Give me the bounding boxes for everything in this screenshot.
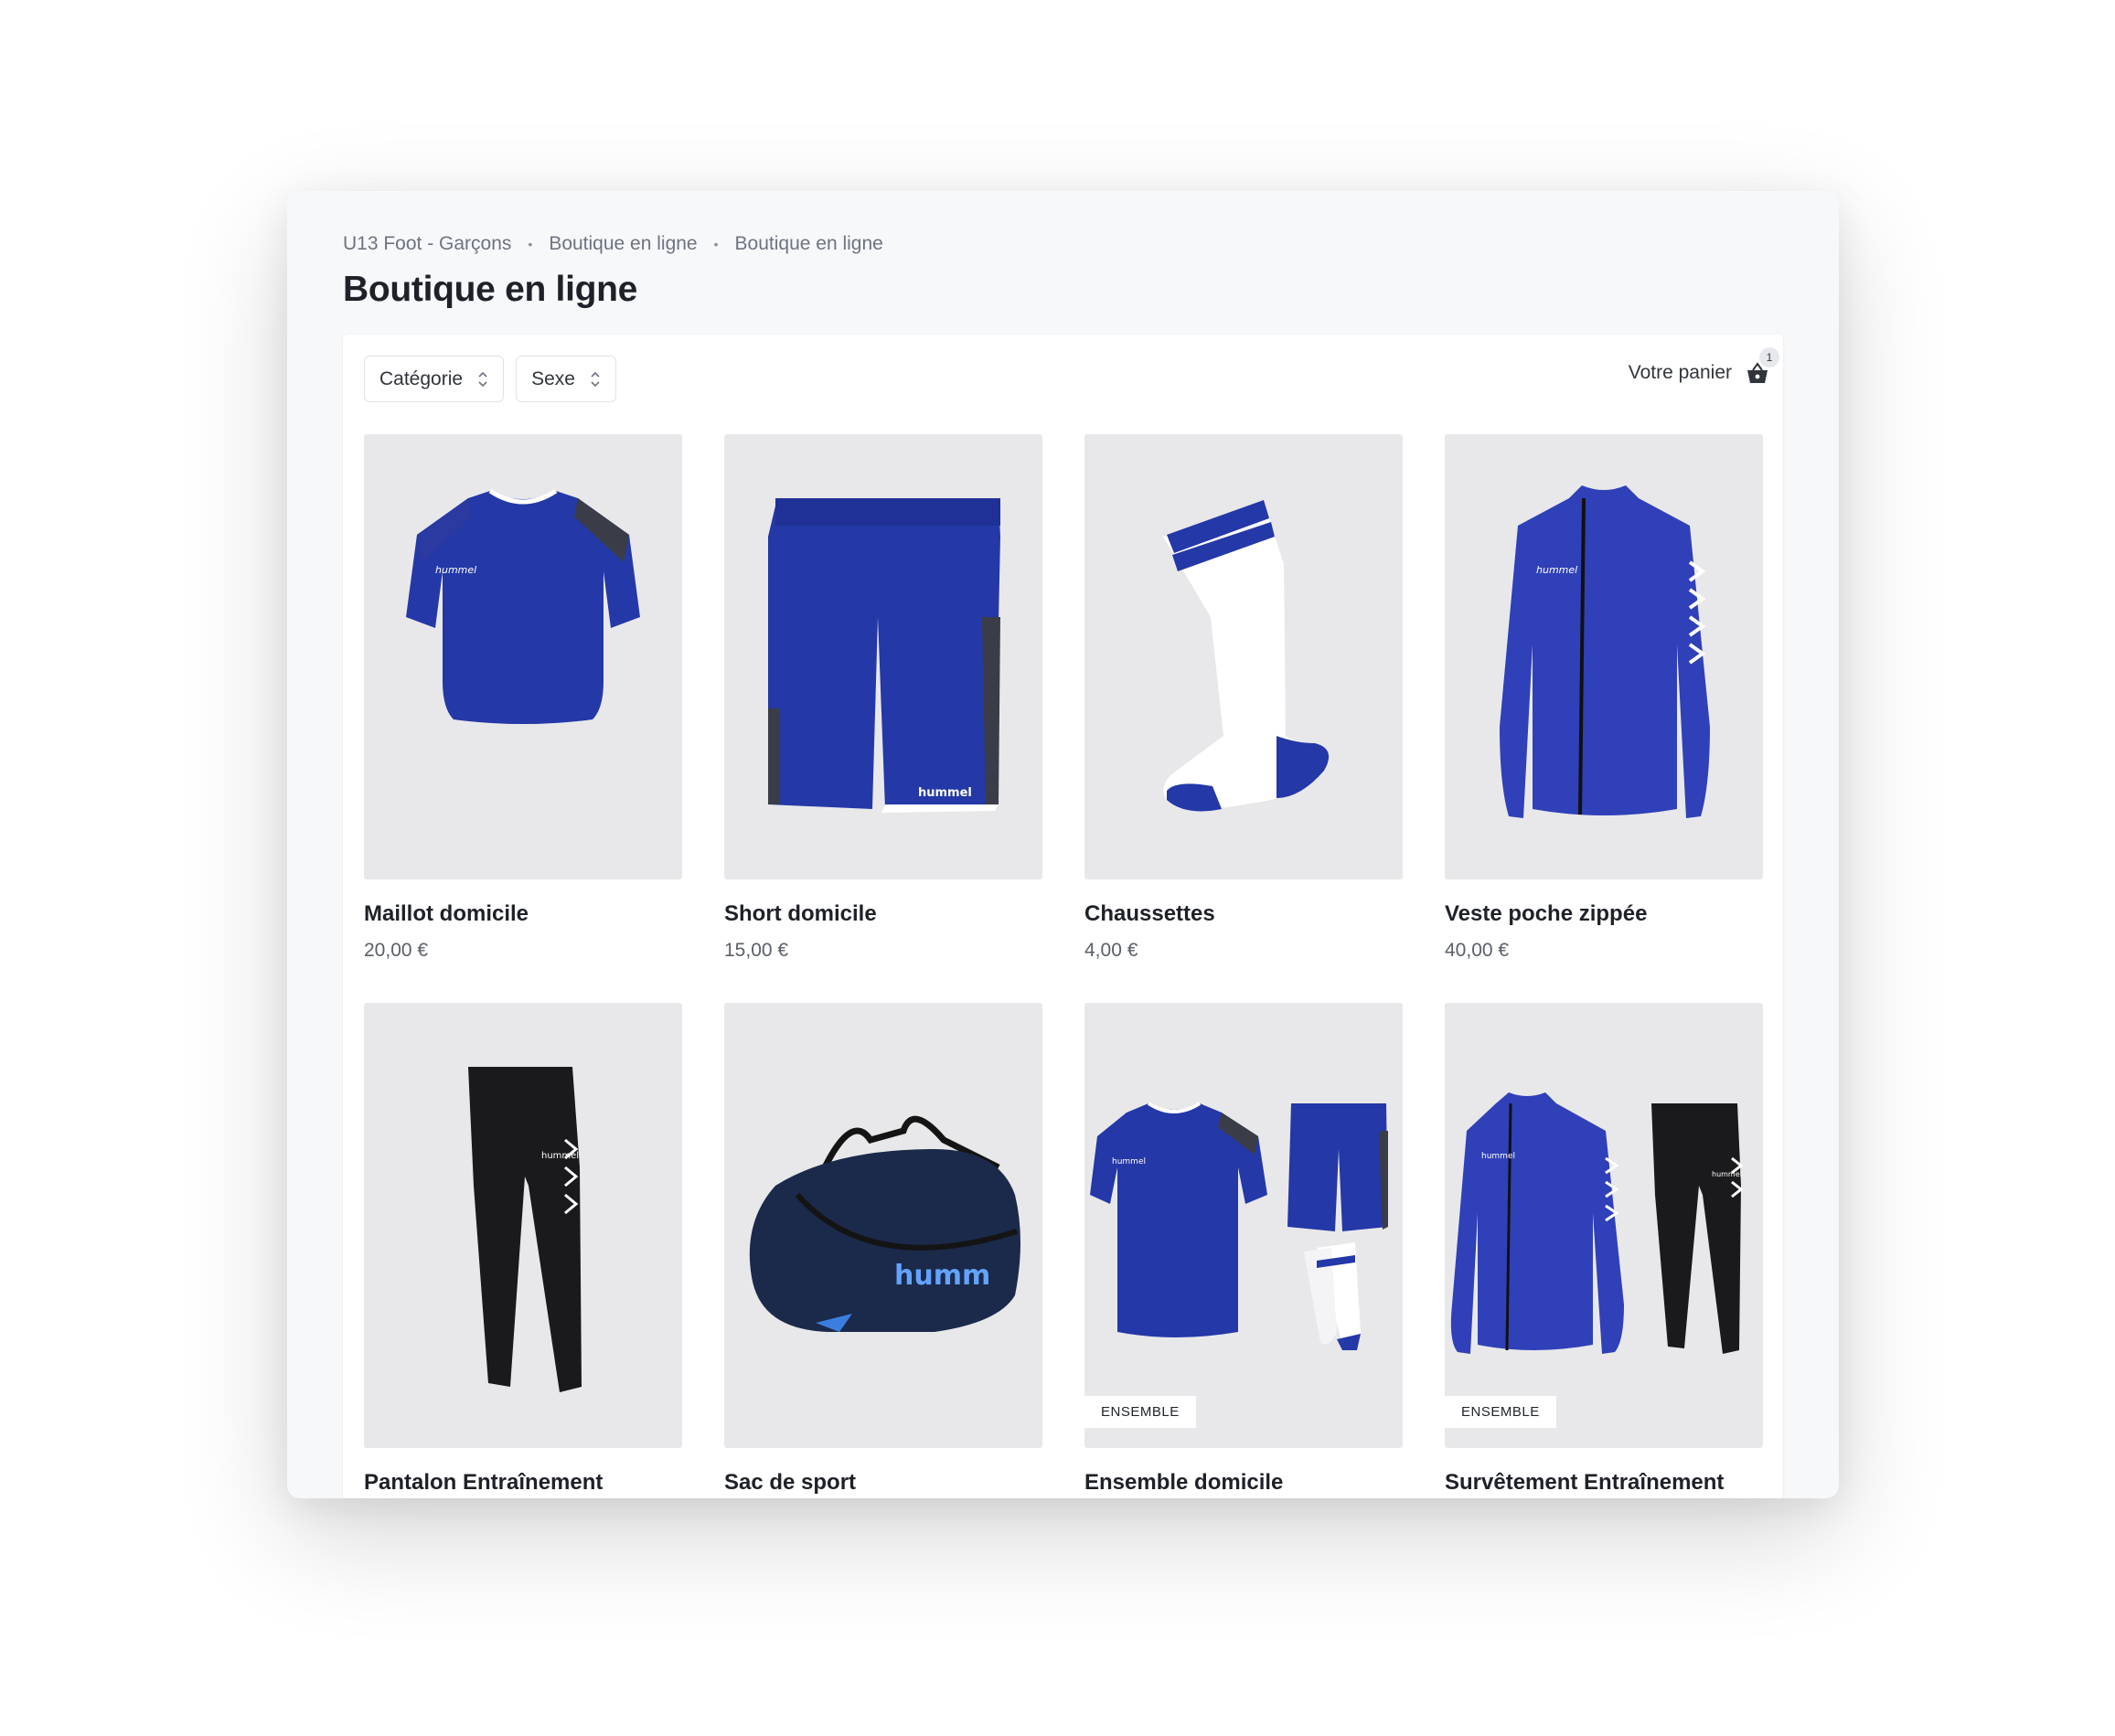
breadcrumb: U13 Foot - Garçons • Boutique en ligne •… bbox=[343, 233, 883, 255]
svg-text:hummel: hummel bbox=[1112, 1157, 1146, 1166]
product-price: 20,00 € bbox=[364, 940, 429, 961]
page-title: Boutique en ligne bbox=[343, 270, 638, 309]
product-price: 40,00 € bbox=[1445, 940, 1510, 961]
product-image-jacket[interactable]: hummel bbox=[1445, 434, 1763, 879]
shop-panel: Catégorie Sexe Votre panier 1 hummel Mai… bbox=[343, 335, 1783, 1498]
product-price: 15,00 € bbox=[724, 940, 789, 961]
product-title[interactable]: Maillot domicile bbox=[364, 901, 682, 927]
product-title[interactable]: Short domicile bbox=[724, 901, 1042, 927]
product-price: 4,00 € bbox=[1084, 940, 1138, 961]
bundle-badge: ENSEMBLE bbox=[1445, 1396, 1556, 1428]
svg-text:hummel: hummel bbox=[541, 1151, 579, 1161]
bundle-badge: ENSEMBLE bbox=[1084, 1396, 1196, 1428]
breadcrumb-separator: • bbox=[713, 237, 719, 251]
shop-window: U13 Foot - Garçons • Boutique en ligne •… bbox=[287, 191, 1839, 1498]
product-card[interactable]: hummel Maillot domicile 20,00 € bbox=[364, 434, 682, 1003]
product-image-bag[interactable]: humm bbox=[724, 1003, 1042, 1448]
product-image-socks[interactable] bbox=[1084, 434, 1403, 879]
product-card[interactable]: hummel Pantalon Entraînement bbox=[364, 1003, 682, 1498]
svg-text:hummel: hummel bbox=[918, 786, 972, 800]
product-card[interactable]: hummel ENSEMBLE Ensemble domicile bbox=[1084, 1003, 1403, 1498]
product-image-shorts[interactable]: hummel bbox=[724, 434, 1042, 879]
breadcrumb-item-team[interactable]: U13 Foot - Garçons bbox=[343, 233, 511, 255]
svg-text:hummel: hummel bbox=[1712, 1170, 1742, 1178]
product-title[interactable]: Ensemble domicile bbox=[1084, 1470, 1403, 1496]
breadcrumb-separator: • bbox=[528, 237, 533, 251]
product-card[interactable]: hummel Veste poche zippée 40,00 € bbox=[1445, 434, 1763, 1003]
cart-button[interactable]: Votre panier 1 bbox=[1628, 347, 1779, 386]
product-title[interactable]: Survêtement Entraînement bbox=[1445, 1470, 1763, 1496]
category-select[interactable]: Catégorie bbox=[364, 356, 505, 402]
basket-icon: 1 bbox=[1745, 347, 1779, 386]
product-card[interactable]: Chaussettes 4,00 € bbox=[1084, 434, 1403, 1003]
svg-text:hummel: hummel bbox=[435, 564, 476, 576]
chevron-up-down-icon bbox=[477, 370, 488, 389]
product-image-jersey[interactable]: hummel bbox=[364, 434, 682, 879]
product-title[interactable]: Chaussettes bbox=[1084, 901, 1403, 927]
filter-bar: Catégorie Sexe bbox=[364, 356, 616, 402]
chevron-up-down-icon bbox=[590, 370, 601, 389]
svg-text:hummel: hummel bbox=[1481, 1152, 1515, 1161]
product-image-home-kit[interactable]: hummel ENSEMBLE bbox=[1084, 1003, 1403, 1448]
gender-select[interactable]: Sexe bbox=[516, 356, 616, 402]
product-card[interactable]: hummel hummel ENSEMBLE Survêtement Entra… bbox=[1445, 1003, 1763, 1498]
product-image-tracksuit[interactable]: hummel hummel ENSEMBLE bbox=[1445, 1003, 1763, 1448]
breadcrumb-item-current[interactable]: Boutique en ligne bbox=[735, 233, 883, 255]
product-grid: hummel Maillot domicile 20,00 € hummel S… bbox=[364, 434, 1763, 1498]
cart-count-badge: 1 bbox=[1759, 347, 1779, 367]
gender-select-label: Sexe bbox=[531, 367, 575, 389]
product-card[interactable]: hummel Short domicile 15,00 € bbox=[724, 434, 1042, 1003]
product-title[interactable]: Veste poche zippée bbox=[1445, 901, 1763, 927]
breadcrumb-item-shop[interactable]: Boutique en ligne bbox=[549, 233, 697, 255]
svg-text:humm: humm bbox=[894, 1260, 990, 1292]
product-card[interactable]: humm Sac de sport bbox=[724, 1003, 1042, 1498]
product-title[interactable]: Pantalon Entraînement bbox=[364, 1470, 682, 1496]
product-title[interactable]: Sac de sport bbox=[724, 1470, 1042, 1496]
cart-label: Votre panier bbox=[1628, 362, 1732, 383]
svg-text:hummel: hummel bbox=[1536, 564, 1577, 576]
product-image-pants[interactable]: hummel bbox=[364, 1003, 682, 1448]
category-select-label: Catégorie bbox=[379, 367, 464, 389]
